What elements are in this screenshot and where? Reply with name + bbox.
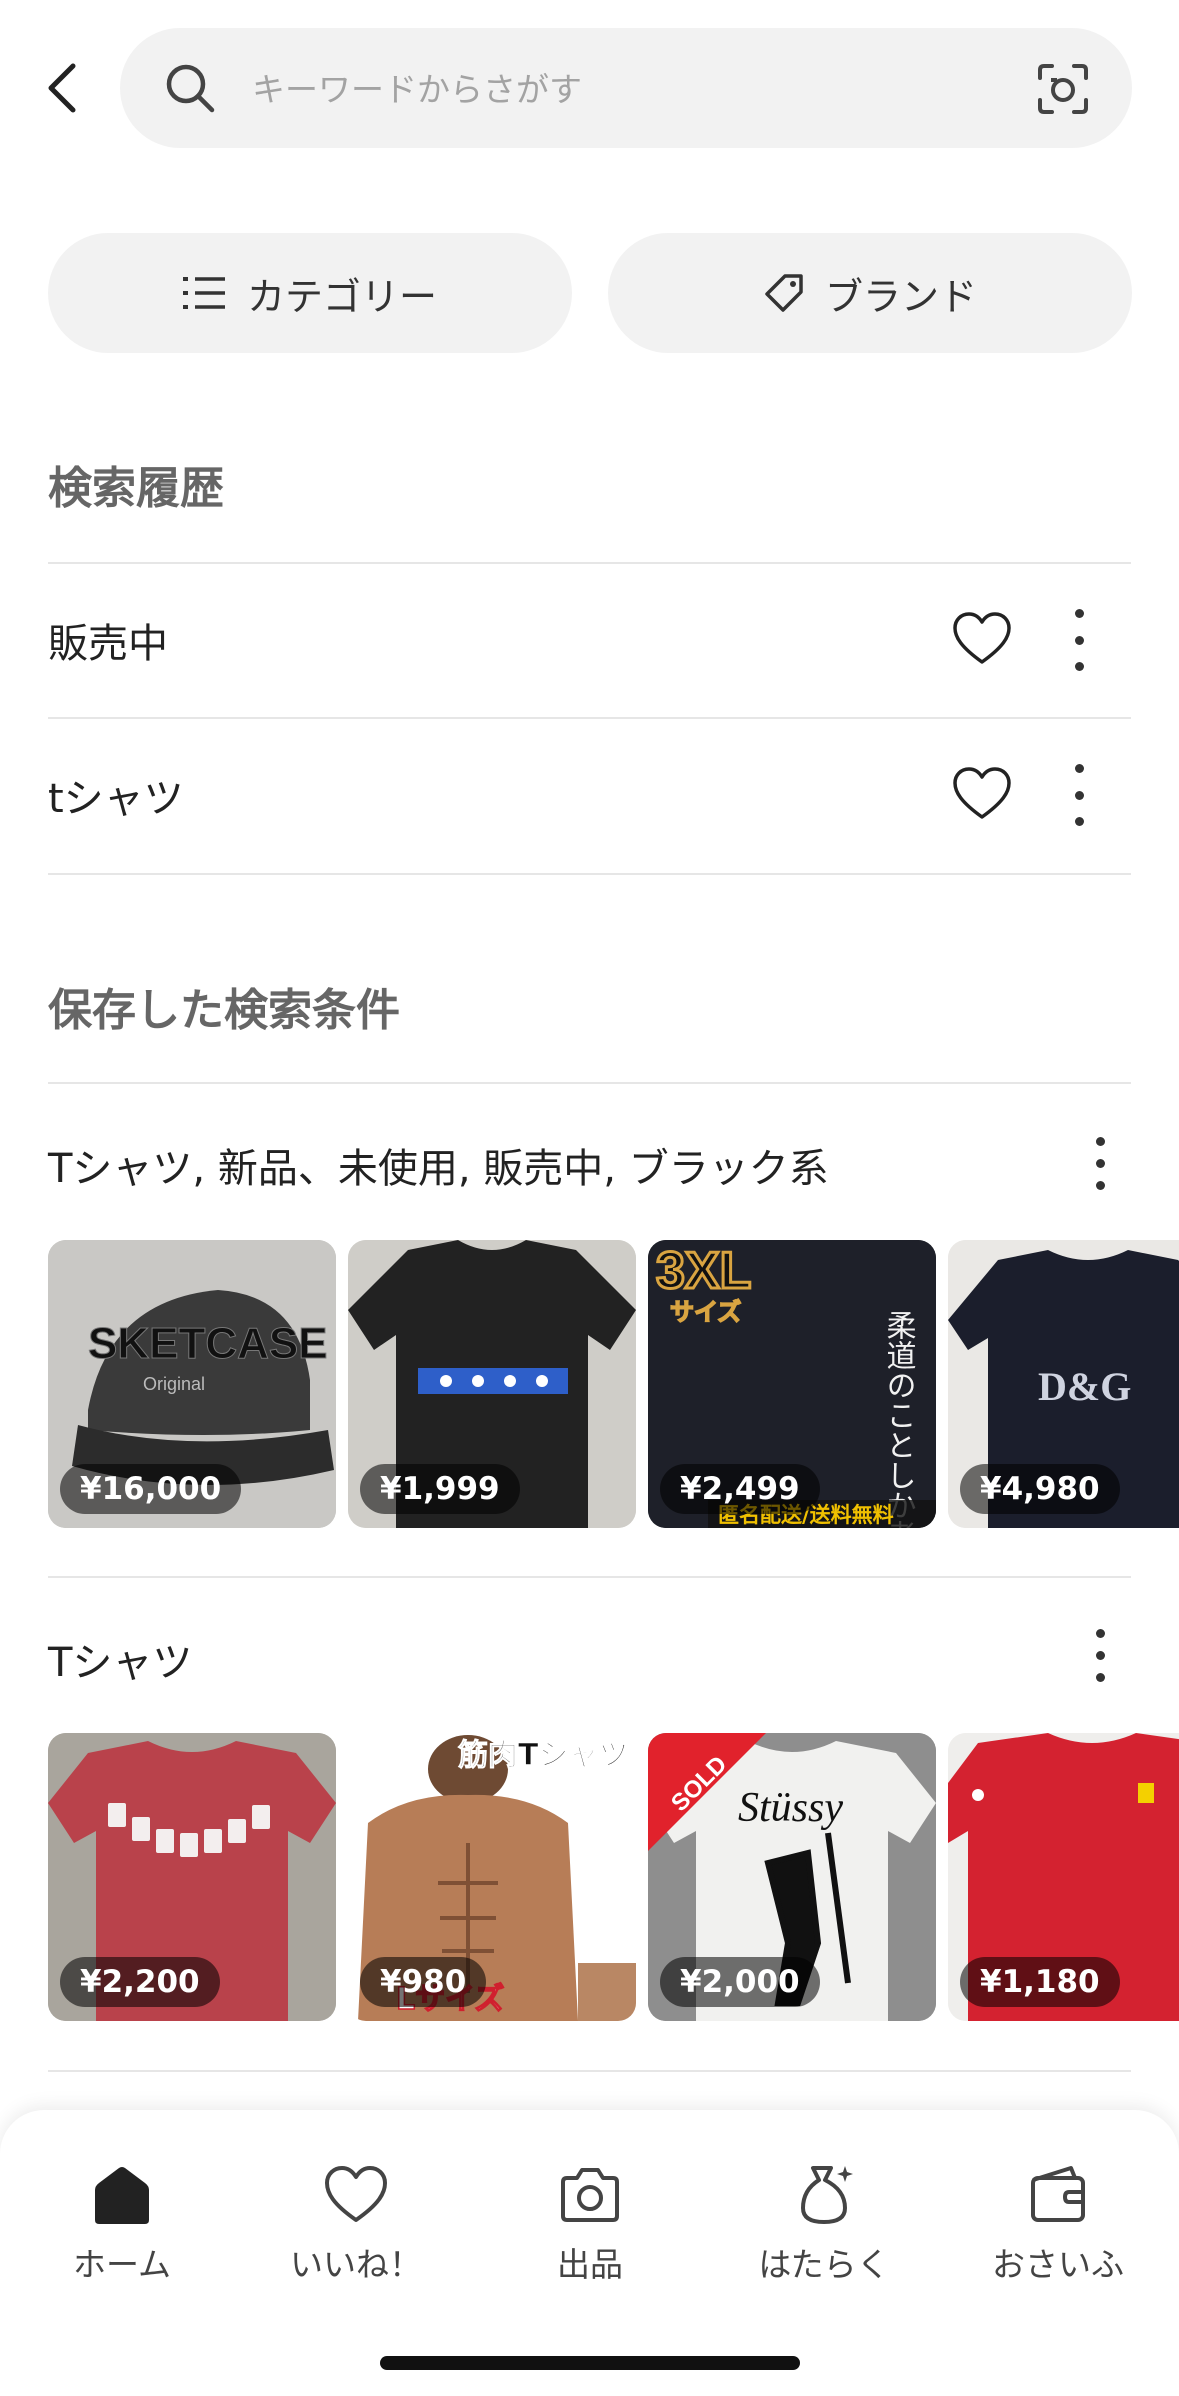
product-thumbnail[interactable]: 筋肉Tシャツ Lサイズ ¥980 [348, 1733, 636, 2021]
more-icon[interactable] [1088, 1132, 1112, 1194]
category-button-label: カテゴリー [246, 274, 437, 319]
nav-item-sell[interactable]: 出品 [490, 2162, 690, 2292]
price-tag: ¥16,000 [60, 1464, 242, 1514]
price-tag: ¥1,180 [960, 1957, 1120, 2007]
search-history-title: 検索履歴 [48, 463, 224, 514]
product-thumbnail[interactable]: ¥2,200 [48, 1733, 336, 2021]
divider [48, 2070, 1131, 2072]
nav-item-wallet[interactable]: おさいふ [958, 2162, 1158, 2292]
saved-searches-title: 保存した検索条件 [48, 985, 400, 1036]
search-input[interactable] [250, 28, 1014, 150]
more-icon[interactable] [1067, 764, 1091, 826]
brand-button[interactable]: ブランド [608, 233, 1132, 353]
price-tag: ¥980 [360, 1957, 487, 2007]
price-tag: ¥2,200 [60, 1957, 220, 2007]
nav-label: ホーム [72, 2245, 171, 2284]
product-thumbnail[interactable]: ¥1,999 [348, 1240, 636, 1528]
product-thumbnail[interactable]: 3XL サイズ 柔道のことしか考えてません。 匿名配送/送料無料 ¥2,499 [648, 1240, 936, 1528]
search-bar[interactable] [120, 28, 1132, 150]
heart-icon [325, 2166, 387, 2222]
price-tag: ¥1,999 [360, 1464, 520, 1514]
more-icon[interactable] [1088, 1624, 1112, 1686]
brand-print: Stüssy [738, 1785, 843, 1831]
product-banner: 筋肉Tシャツ [458, 1738, 628, 1773]
search-icon [166, 64, 215, 113]
nav-label: はたらく [758, 2245, 890, 2284]
divider [48, 1082, 1131, 1084]
product-thumbnail[interactable]: D&G ¥4,980 [948, 1240, 1179, 1528]
bottom-navigation: ホーム いいね！ 出品 はたらく おさいふ [0, 2110, 1179, 2396]
list-icon [182, 277, 225, 309]
home-icon [95, 2167, 149, 2224]
price-tag: ¥4,980 [960, 1464, 1120, 1514]
product-thumbnail[interactable]: Stüssy SOLD ¥2,000 [648, 1733, 936, 2021]
history-row[interactable]: tシャツ [48, 718, 1131, 872]
size-label: 3XL [656, 1242, 751, 1300]
history-row[interactable]: 販売中 [48, 563, 1131, 717]
chevron-left-icon [48, 63, 76, 113]
money-bag-icon [801, 2166, 853, 2224]
divider [48, 1576, 1131, 1578]
product-thumbnail[interactable]: SKETCASE Original ¥16,000 [48, 1240, 336, 1528]
shirt-slogan: 柔道のことしか考えてません。 [881, 1310, 916, 1528]
nav-label: 出品 [557, 2245, 623, 2284]
camera-icon [561, 2168, 619, 2222]
cap-logo: SKETCASE [88, 1319, 328, 1368]
heart-icon[interactable] [951, 609, 1013, 671]
heart-icon[interactable] [951, 764, 1013, 826]
back-button[interactable] [34, 52, 90, 124]
size-sublabel: サイズ [670, 1298, 741, 1326]
wallet-icon [1031, 2166, 1085, 2222]
brand-button-label: ブランド [824, 274, 977, 319]
nav-item-home[interactable]: ホーム [22, 2162, 222, 2292]
more-icon[interactable] [1067, 609, 1091, 671]
home-indicator [380, 2356, 800, 2370]
nav-item-likes[interactable]: いいね！ [256, 2162, 456, 2292]
tag-icon [765, 274, 803, 312]
image-search-icon[interactable] [1036, 62, 1090, 116]
nav-item-work[interactable]: はたらく [724, 2162, 924, 2292]
cap-subtext: Original [143, 1374, 205, 1394]
divider [48, 873, 1131, 875]
nav-label: おさいふ [992, 2245, 1124, 2284]
product-thumbnail[interactable]: ¥1,180 [948, 1733, 1179, 2021]
price-tag: ¥2,000 [660, 1957, 820, 2007]
product-strip[interactable]: ¥2,200 筋肉Tシャツ Lサイズ ¥980 Stüssy SOLD ¥2,0… [48, 1733, 1179, 2021]
nav-label: いいね！ [290, 2245, 422, 2284]
saved-search-label[interactable]: Tシャツ [48, 1630, 192, 1688]
product-strip[interactable]: SKETCASE Original ¥16,000 ¥1,999 3XL サイズ… [48, 1240, 1179, 1528]
category-button[interactable]: カテゴリー [48, 233, 572, 353]
price-tag: ¥2,499 [660, 1464, 820, 1514]
brand-print: D&G [1038, 1364, 1131, 1409]
saved-search-label[interactable]: Tシャツ, 新品、未使用, 販売中, ブラック系 [48, 1136, 829, 1194]
